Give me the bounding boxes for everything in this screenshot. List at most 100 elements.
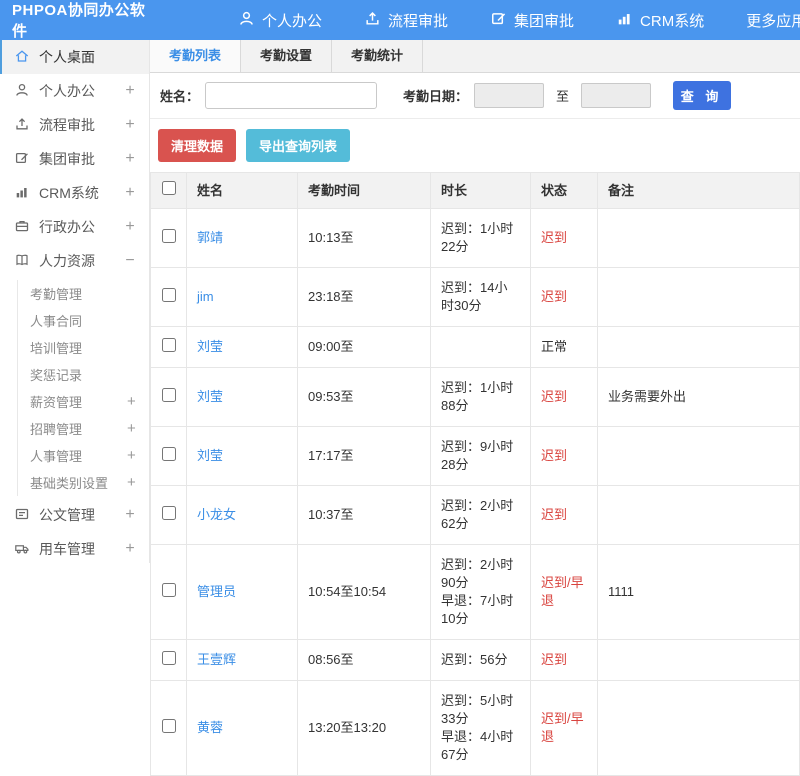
- row-checkbox[interactable]: [161, 718, 176, 733]
- query-button[interactable]: 查 询: [673, 81, 732, 110]
- expand-toggle[interactable]: +: [123, 150, 137, 168]
- sidebar-item-official-doc[interactable]: 公文管理 +: [0, 498, 149, 532]
- expand-toggle[interactable]: +: [123, 116, 137, 134]
- nav-personal-office[interactable]: 个人办公: [217, 0, 343, 40]
- bar-chart-icon: [616, 10, 633, 31]
- nav-more-apps[interactable]: 更多应用: [725, 0, 800, 40]
- duration: 迟到：5小时33分 早退：4小时67分: [430, 680, 531, 776]
- sidebar-subitem-rewards[interactable]: 奖惩记录: [17, 361, 149, 388]
- tab-attendance-settings[interactable]: 考勤设置: [241, 40, 333, 72]
- nav-label: CRM系统: [640, 12, 705, 30]
- sidebar-item-personal-office[interactable]: 个人办公 +: [0, 74, 149, 108]
- status-badge: 迟到: [530, 426, 598, 486]
- employee-name-link[interactable]: 刘莹: [186, 426, 298, 486]
- sidebar-subitem-base-category[interactable]: 基础类别设置 +: [17, 469, 149, 496]
- status-badge: 迟到: [530, 208, 598, 268]
- table-row: 郭靖 10:13至 迟到：1小时22分 迟到: [150, 208, 800, 268]
- row-checkbox[interactable]: [161, 337, 176, 352]
- expand-toggle[interactable]: +: [123, 540, 137, 558]
- expand-toggle[interactable]: +: [123, 82, 137, 100]
- tab-attendance-stats[interactable]: 考勤统计: [332, 40, 424, 72]
- tab-attendance-list[interactable]: 考勤列表: [150, 40, 242, 72]
- employee-name-link[interactable]: 黄蓉: [186, 680, 298, 776]
- employee-name-link[interactable]: 刘莹: [186, 326, 298, 368]
- bar-chart-icon: [14, 184, 30, 203]
- date-from-input[interactable]: [474, 83, 545, 108]
- table-row: 小龙女 10:37至 迟到：2小时62分 迟到: [150, 485, 800, 545]
- employee-name-link[interactable]: 刘莹: [186, 367, 298, 427]
- employee-name-link[interactable]: 郭靖: [186, 208, 298, 268]
- export-list-button[interactable]: 导出查询列表: [246, 129, 351, 162]
- sidebar-item-label: 行政办公: [39, 219, 95, 235]
- sidebar-item-group-approval[interactable]: 集团审批 +: [0, 142, 149, 176]
- name-label: 姓名：: [160, 89, 200, 104]
- attendance-table: 姓名 考勤时间 时长 状态 备注 郭靖 10:13至 迟到：1小时22分 迟到: [150, 172, 800, 776]
- date-to-label: 至: [556, 89, 570, 104]
- expand-toggle[interactable]: +: [123, 506, 137, 524]
- col-name: 姓名: [186, 172, 298, 209]
- sidebar-subitem-salary[interactable]: 薪资管理 +: [17, 388, 149, 415]
- name-input[interactable]: [205, 82, 378, 109]
- table-row: 黄蓉 13:20至13:20 迟到：5小时33分 早退：4小时67分 迟到/早退: [150, 680, 800, 776]
- table-row: 刘莹 17:17至 迟到：9小时28分 迟到: [150, 426, 800, 486]
- collapse-toggle[interactable]: −: [123, 252, 137, 270]
- top-nav: 个人办公 流程审批 集团审批 CRM系统 更多应用: [217, 0, 800, 40]
- col-note: 备注: [597, 172, 800, 209]
- sidebar-item-label: 个人桌面: [39, 49, 95, 65]
- employee-name-link[interactable]: 王壹辉: [186, 639, 298, 681]
- sidebar-item-label: 流程审批: [39, 117, 95, 133]
- status-badge: 迟到: [530, 639, 598, 681]
- sidebar-subitem-training[interactable]: 培训管理: [17, 334, 149, 361]
- sidebar-item-crm[interactable]: CRM系统 +: [0, 176, 149, 210]
- expand-toggle[interactable]: +: [123, 218, 137, 236]
- sidebar-subitem-hr-contract[interactable]: 人事合同: [17, 307, 149, 334]
- sidebar-subitem-personnel[interactable]: 人事管理 +: [17, 442, 149, 469]
- row-checkbox[interactable]: [161, 505, 176, 520]
- employee-name-link[interactable]: 小龙女: [186, 485, 298, 545]
- expand-toggle[interactable]: +: [127, 420, 149, 437]
- note: 1111: [597, 544, 800, 640]
- app-logo: PHPOA协同办公软件: [12, 2, 146, 40]
- row-checkbox[interactable]: [161, 387, 176, 402]
- date-label: 考勤日期：: [403, 89, 469, 104]
- attendance-time: 09:00至: [297, 326, 431, 368]
- attendance-time: 23:18至: [297, 267, 431, 327]
- employee-name-link[interactable]: jim: [186, 267, 298, 327]
- nav-flow-approval[interactable]: 流程审批: [343, 0, 469, 40]
- employee-name-link[interactable]: 管理员: [186, 544, 298, 640]
- expand-toggle[interactable]: +: [127, 393, 149, 410]
- edit-icon: [14, 150, 30, 169]
- table-header-row: 姓名 考勤时间 时长 状态 备注: [150, 172, 800, 209]
- hr-submenu: 考勤管理 人事合同 培训管理 奖惩记录 薪资管理 + 招聘管理 + 人事管理 +…: [0, 278, 149, 498]
- nav-crm[interactable]: CRM系统: [595, 0, 725, 40]
- briefcase-icon: [14, 218, 30, 237]
- sidebar-subitem-attendance[interactable]: 考勤管理: [17, 280, 149, 307]
- note: [597, 208, 800, 268]
- row-checkbox[interactable]: [161, 287, 176, 302]
- nav-label: 流程审批: [388, 12, 449, 30]
- row-checkbox[interactable]: [161, 582, 176, 597]
- select-all-checkbox[interactable]: [161, 181, 176, 195]
- edit-icon: [490, 10, 507, 31]
- row-checkbox[interactable]: [161, 446, 176, 461]
- person-icon: [238, 10, 255, 31]
- sidebar-item-flow-approval[interactable]: 流程审批 +: [0, 108, 149, 142]
- expand-toggle[interactable]: +: [123, 184, 137, 202]
- table-row: 管理员 10:54至10:54 迟到：2小时90分 早退：7小时10分 迟到/早退…: [150, 544, 800, 640]
- sidebar-item-admin-office[interactable]: 行政办公 +: [0, 210, 149, 244]
- sidebar-item-label: 人力资源: [39, 253, 95, 269]
- nav-group-approval[interactable]: 集团审批: [469, 0, 595, 40]
- clean-data-button[interactable]: 清理数据: [158, 129, 237, 162]
- expand-toggle[interactable]: +: [127, 447, 149, 464]
- sidebar-item-hr[interactable]: 人力资源 −: [0, 244, 149, 278]
- status-badge: 迟到: [530, 267, 598, 327]
- expand-toggle[interactable]: +: [127, 474, 149, 491]
- duration: 迟到：9小时28分: [430, 426, 531, 486]
- sidebar-item-vehicle[interactable]: 用车管理 +: [0, 532, 149, 563]
- date-to-input[interactable]: [581, 83, 652, 108]
- sidebar-subitem-recruit[interactable]: 招聘管理 +: [17, 415, 149, 442]
- row-checkbox[interactable]: [161, 228, 176, 243]
- sidebar-item-desktop[interactable]: 个人桌面: [0, 40, 149, 74]
- row-checkbox[interactable]: [161, 650, 176, 665]
- sidebar: 个人桌面 个人办公 + 流程审批 + 集团审批 + CRM系统 + 行政办公 +: [0, 40, 150, 563]
